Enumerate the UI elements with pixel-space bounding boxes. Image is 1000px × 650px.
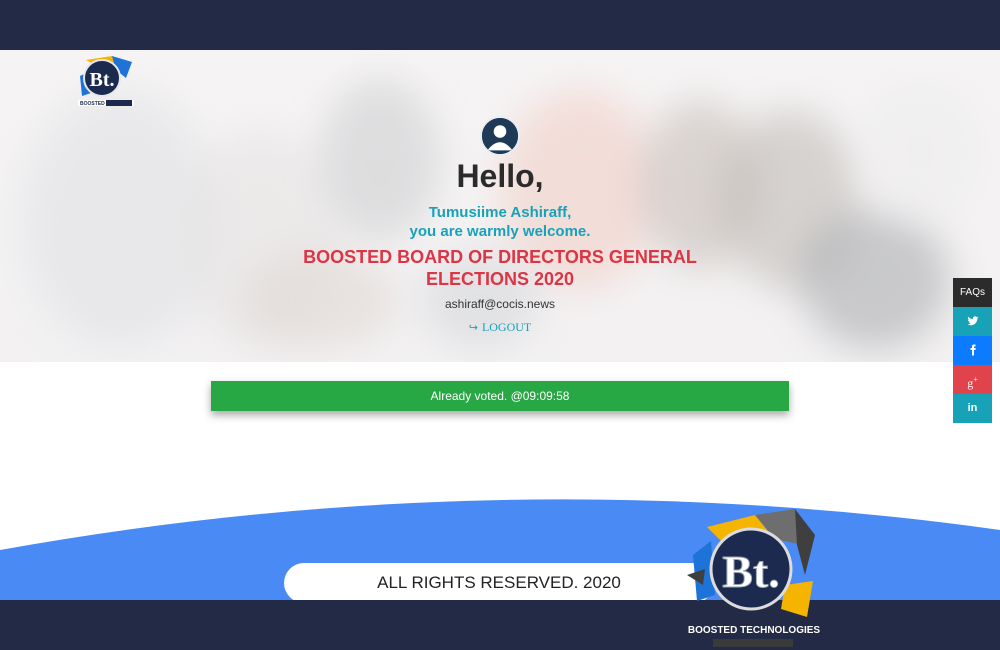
- faq-button[interactable]: FAQs: [953, 278, 992, 307]
- logout-label: LOGOUT: [481, 320, 532, 334]
- page: Bt. BOOSTED Hello, Tumusiime Ashiraff, y…: [0, 50, 1000, 600]
- user-name: Tumusiime Ashiraff,: [428, 204, 572, 221]
- logout-link[interactable]: ↪ LOGOUT: [0, 320, 1000, 335]
- facebook-icon: [970, 344, 976, 356]
- brand-logo-large[interactable]: Bt. BOOSTED TECHNOLOGIES: [685, 505, 825, 650]
- welcome-message: Tumusiime Ashiraff, you are warmly welco…: [0, 203, 1000, 241]
- google-plus-button[interactable]: g+: [953, 365, 992, 394]
- twitter-icon: [967, 316, 978, 326]
- twitter-button[interactable]: [953, 307, 992, 336]
- greeting-heading: Hello,: [456, 158, 544, 194]
- linkedin-button[interactable]: in: [953, 394, 992, 423]
- top-band: [0, 0, 1000, 50]
- svg-text:BOOSTED: BOOSTED: [80, 101, 105, 107]
- user-avatar-icon: [480, 116, 520, 156]
- social-sidebar: FAQs g+ in: [953, 278, 992, 423]
- google-plus-icon: g+: [967, 375, 978, 390]
- already-voted-banner: Already voted. @09:09:58: [211, 381, 789, 411]
- copyright-notice: ALL RIGHTS RESERVED. 2020: [284, 563, 714, 600]
- linkedin-icon: in: [967, 402, 978, 414]
- svg-text:BOOSTED TECHNOLOGIES: BOOSTED TECHNOLOGIES: [688, 625, 821, 636]
- brand-logo-small[interactable]: Bt. BOOSTED: [72, 52, 138, 112]
- election-title-line-1: BOOSTED BOARD OF DIRECTORS GENERAL: [303, 247, 697, 267]
- user-email: ashiraff@cocis.news: [444, 297, 555, 311]
- sign-out-icon: ↪: [468, 322, 478, 334]
- svg-text:Bt.: Bt.: [722, 546, 780, 597]
- election-title-line-2: ELECTIONS 2020: [425, 269, 575, 289]
- svg-text:Bt.: Bt.: [90, 69, 115, 91]
- election-title: BOOSTED BOARD OF DIRECTORS GENERAL ELECT…: [0, 246, 1000, 290]
- bottom-band: [0, 600, 1000, 650]
- facebook-button[interactable]: [953, 336, 992, 365]
- welcome-line: you are warmly welcome.: [409, 223, 591, 240]
